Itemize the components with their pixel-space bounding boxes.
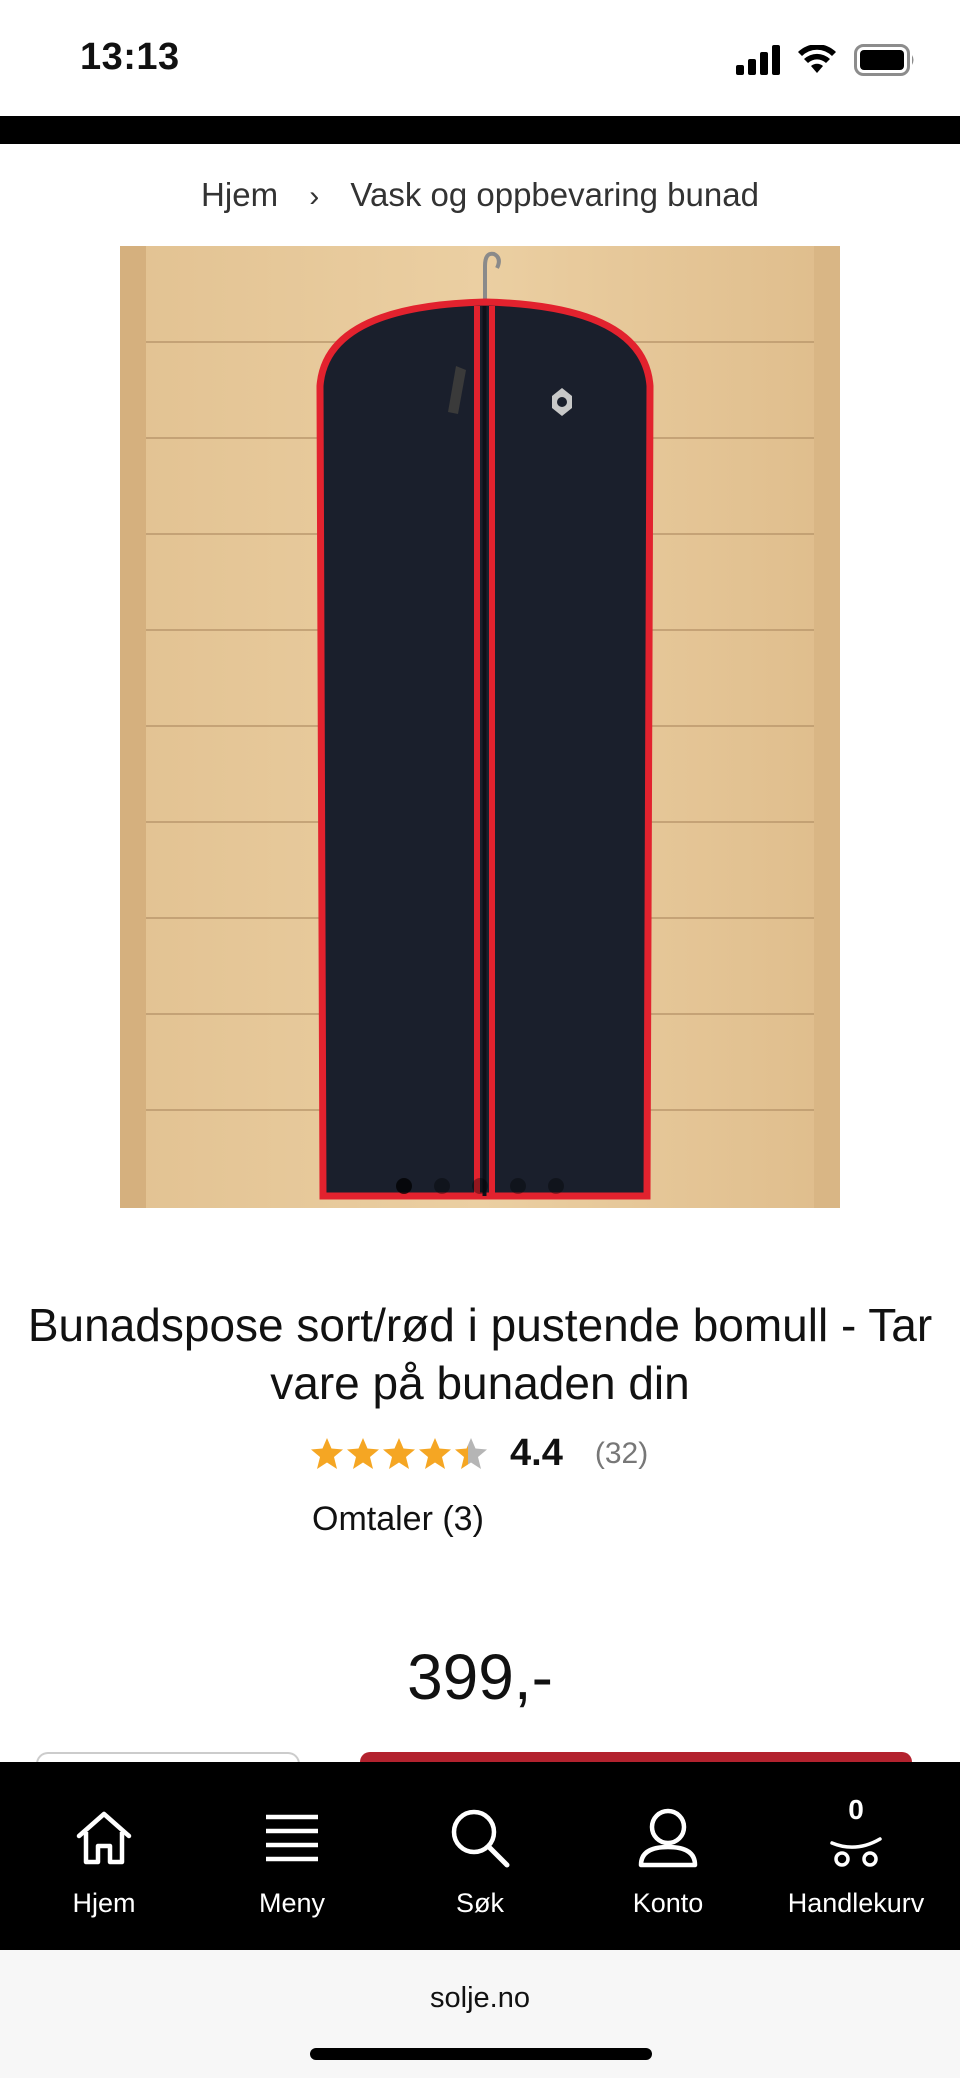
nav-item-home[interactable]: Hjem [14, 1762, 194, 1950]
nav-label: Søk [455, 1888, 504, 1918]
rating-value: 4.4 [510, 1432, 563, 1474]
product-page: 13:13 Hjem › Vask og oppbevaring bunad B… [0, 0, 960, 2078]
nav-item-search[interactable]: Søk [390, 1762, 570, 1950]
browser-url-bar[interactable]: solje.no [0, 1950, 960, 2078]
nav-label: Handlekurv [787, 1888, 925, 1918]
nav-item-menu[interactable]: Meny [202, 1762, 382, 1950]
bottom-nav: Hjem Meny Søk Konto 0 Handlekurv [0, 1762, 960, 1950]
product-title: Bunadspose sort/rød i pustende bomull - … [27, 1299, 933, 1409]
carousel-dot[interactable] [548, 1178, 564, 1194]
home-icon [72, 1806, 136, 1870]
star-icon [455, 1437, 487, 1469]
home-indicator [310, 2048, 652, 2060]
star-icon [311, 1437, 343, 1469]
nav-item-cart[interactable]: 0 Handlekurv [766, 1762, 946, 1950]
nav-item-account[interactable]: Konto [578, 1762, 758, 1950]
cellular-signal-icon [736, 45, 780, 75]
breadcrumb-category-link[interactable]: Vask og oppbevaring bunad [350, 176, 759, 213]
menu-icon [260, 1806, 324, 1870]
carousel-dots [120, 1178, 840, 1194]
battery-icon [854, 44, 914, 76]
star-icon [419, 1437, 451, 1469]
carousel-dot[interactable] [396, 1178, 412, 1194]
breadcrumb-home-link[interactable]: Hjem [201, 176, 278, 213]
status-bar: 13:13 [0, 0, 960, 116]
rating-stars [310, 1437, 488, 1471]
search-icon [448, 1806, 512, 1870]
garment-bag-photo [120, 246, 840, 1208]
product-price: 399,- [407, 1641, 553, 1713]
status-time: 13:13 [80, 36, 180, 78]
nav-label: Konto [632, 1888, 704, 1918]
carousel-dot[interactable] [472, 1178, 488, 1194]
account-icon [636, 1806, 700, 1870]
carousel-dot[interactable] [434, 1178, 450, 1194]
rating[interactable]: 4.4 (32) [310, 1432, 648, 1475]
carousel-dot[interactable] [510, 1178, 526, 1194]
product-image[interactable] [120, 246, 840, 1208]
breadcrumb: Hjem › Vask og oppbevaring bunad [0, 176, 960, 214]
url-text[interactable]: solje.no [0, 1982, 960, 2015]
rating-count: (32) [594, 1436, 649, 1470]
reviews-link[interactable]: Omtaler (3) [312, 1500, 484, 1539]
cart-count: 0 [848, 1794, 864, 1825]
nav-label: Hjem [72, 1888, 136, 1918]
breadcrumb-separator: › [309, 180, 320, 213]
header-band [0, 116, 960, 144]
wifi-icon [798, 45, 836, 73]
status-icons [736, 44, 916, 76]
nav-label: Meny [258, 1888, 326, 1918]
star-icon [383, 1437, 415, 1469]
star-icon [347, 1437, 379, 1469]
cart-icon: 0 [824, 1794, 888, 1870]
